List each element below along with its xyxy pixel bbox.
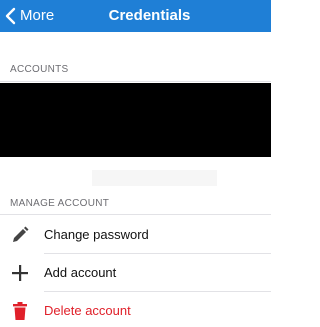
manage-account-section-header: MANAGE ACCOUNT <box>10 198 110 209</box>
delete-account-label: Delete account <box>44 303 131 318</box>
faint-placeholder <box>92 170 217 186</box>
trash-icon <box>10 301 30 321</box>
pencil-icon <box>10 225 30 245</box>
accounts-section-header: ACCOUNTS <box>10 64 69 75</box>
delete-account-row[interactable]: Delete account <box>0 292 271 327</box>
change-password-row[interactable]: Change password <box>0 216 271 253</box>
plus-icon <box>10 263 30 283</box>
manage-divider <box>0 214 271 215</box>
change-password-label: Change password <box>44 227 149 242</box>
add-account-row[interactable]: Add account <box>0 254 271 291</box>
navigation-bar: More Credentials <box>0 0 271 32</box>
add-account-label: Add account <box>44 265 117 280</box>
page-title: Credentials <box>108 7 191 24</box>
accounts-divider <box>0 81 271 82</box>
redacted-account-list <box>0 83 271 157</box>
